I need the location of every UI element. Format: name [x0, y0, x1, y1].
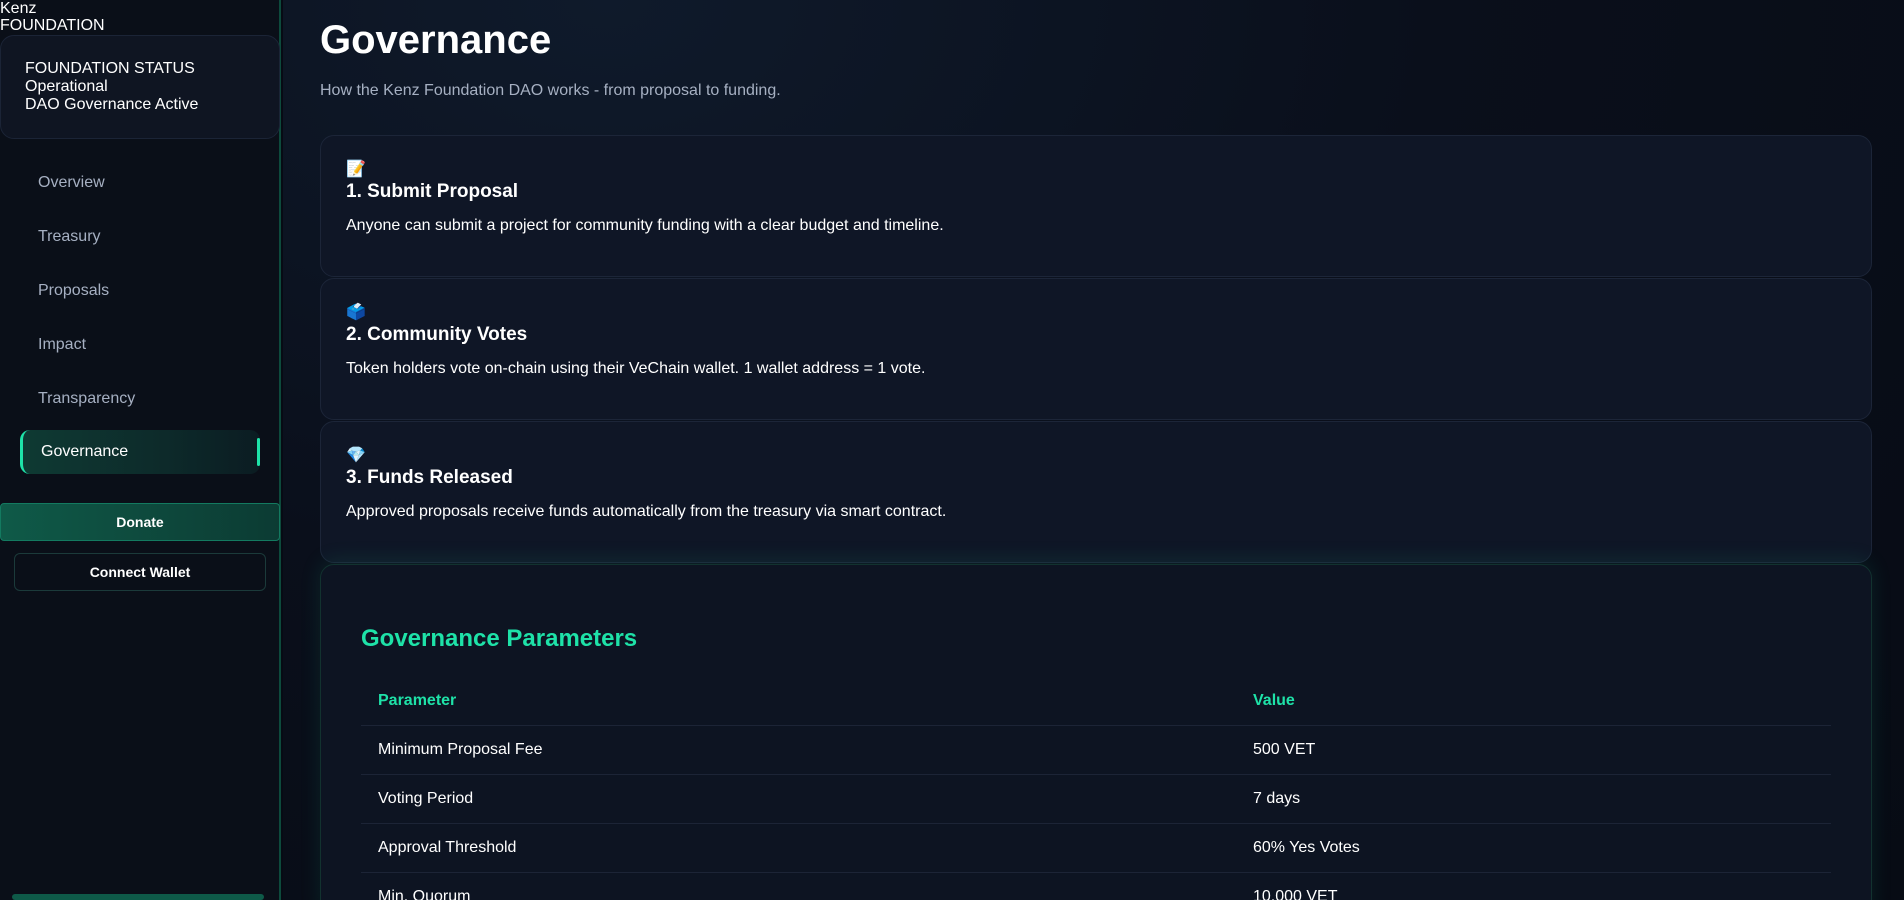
parameter-value: 7 days	[1236, 774, 1831, 824]
page-subtitle: How the Kenz Foundation DAO works - from…	[320, 82, 781, 99]
sidebar-item-treasury[interactable]: Treasury	[20, 215, 260, 259]
sidebar-item-label: Impact	[38, 336, 87, 353]
brand-name: Kenz	[0, 0, 37, 17]
step-description: Approved proposals receive funds automat…	[346, 503, 947, 520]
sidebar-item-transparency[interactable]: Transparency	[20, 377, 260, 421]
parameter-value: 10,000 VET	[1236, 872, 1831, 900]
parameter-value: 500 VET	[1236, 725, 1831, 775]
gem-icon: 💎	[346, 447, 366, 464]
status-detail: DAO Governance Active	[25, 96, 199, 113]
sidebar-item-label: Governance	[41, 443, 129, 460]
step-title: 3. Funds Released	[346, 467, 513, 488]
step-title: 1. Submit Proposal	[346, 181, 519, 202]
sidebar-item-label: Transparency	[38, 390, 136, 407]
parameter-name: Minimum Proposal Fee	[361, 725, 1236, 775]
status-label: FOUNDATION STATUS	[25, 60, 195, 77]
sidebar-item-governance[interactable]: Governance	[20, 430, 260, 474]
status-state: Operational	[25, 78, 108, 95]
ballot-box-icon: 🗳️	[346, 304, 366, 321]
parameter-name: Voting Period	[361, 774, 1236, 824]
sidebar-item-proposals[interactable]: Proposals	[20, 269, 260, 313]
brand-subtitle: FOUNDATION	[0, 17, 105, 34]
step-card-funds-released: 💎 3. Funds Released Approved proposals r…	[320, 421, 1872, 563]
sidebar-item-label: Proposals	[38, 282, 110, 299]
connect-wallet-button[interactable]: Connect Wallet	[14, 553, 266, 591]
sidebar-item-overview[interactable]: Overview	[20, 161, 260, 205]
step-description: Anyone can submit a project for communit…	[346, 217, 944, 234]
parameter-name: Approval Threshold	[361, 823, 1236, 873]
sidebar: Kenz FOUNDATION FOUNDATION STATUS Operat…	[0, 0, 281, 900]
step-card-submit-proposal: 📝 1. Submit Proposal Anyone can submit a…	[320, 135, 1872, 277]
main-content: Governance How the Kenz Foundation DAO w…	[283, 0, 1904, 900]
table-row: Voting Period 7 days	[361, 774, 1831, 824]
foundation-status-card: FOUNDATION STATUS Operational DAO Govern…	[0, 35, 280, 139]
page-title: Governance	[320, 18, 552, 62]
governance-parameters-panel: Governance Parameters Parameter Value Mi…	[320, 564, 1872, 900]
section-title: Governance Parameters	[361, 625, 638, 652]
sidebar-item-impact[interactable]: Impact	[20, 323, 260, 367]
donate-button[interactable]: Donate	[0, 503, 280, 541]
step-card-community-votes: 🗳️ 2. Community Votes Token holders vote…	[320, 278, 1872, 420]
active-indicator	[257, 438, 260, 466]
column-header-value: Value	[1236, 677, 1831, 726]
horizontal-scrollbar[interactable]	[0, 891, 280, 900]
step-description: Token holders vote on-chain using their …	[346, 360, 926, 377]
scrollbar-thumb[interactable]	[12, 894, 264, 900]
sidebar-item-label: Treasury	[38, 228, 101, 245]
table-row: Min. Quorum 10,000 VET	[361, 872, 1831, 900]
parameter-name: Min. Quorum	[361, 872, 1236, 900]
memo-icon: 📝	[346, 161, 366, 178]
parameters-table: Parameter Value Minimum Proposal Fee 500…	[361, 677, 1831, 900]
table-header-row: Parameter Value	[361, 677, 1831, 726]
table-row: Minimum Proposal Fee 500 VET	[361, 725, 1831, 775]
brand-logo[interactable]: Kenz FOUNDATION	[0, 0, 105, 34]
table-row: Approval Threshold 60% Yes Votes	[361, 823, 1831, 873]
sidebar-item-label: Overview	[38, 174, 105, 191]
column-header-parameter: Parameter	[361, 677, 1236, 726]
step-title: 2. Community Votes	[346, 324, 528, 345]
parameter-value: 60% Yes Votes	[1236, 823, 1831, 873]
